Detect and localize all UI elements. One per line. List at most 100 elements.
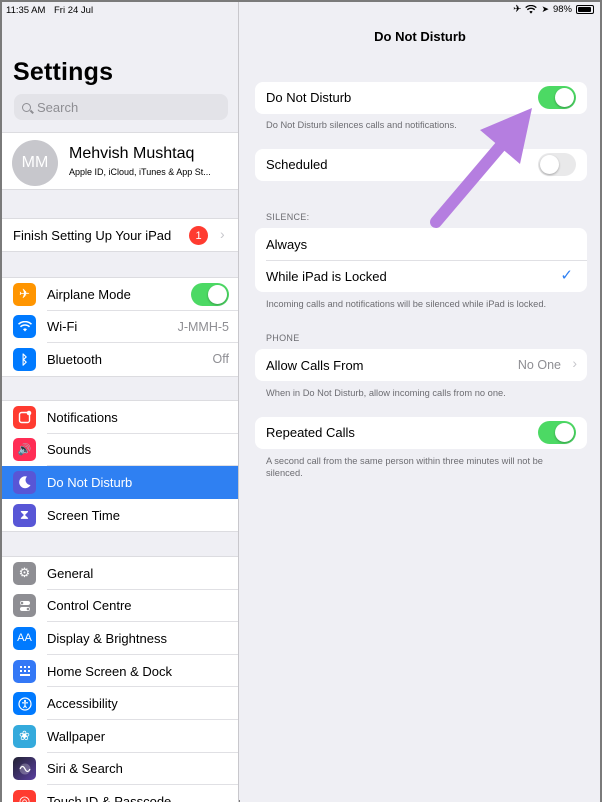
sidebar-item-label: Wi-Fi	[47, 319, 78, 335]
avatar: MM	[12, 140, 58, 186]
text-size-icon: AA	[13, 626, 36, 650]
profile-subtitle: Apple ID, iCloud, iTunes & App St...	[69, 167, 211, 177]
speaker-icon: 🔊	[13, 438, 36, 462]
silence-footnote: Incoming calls and notifications will be…	[266, 299, 547, 309]
connectivity-group: ✈ Airplane Mode Wi-Fi J-MMH-5 ᛒ Bluetoot…	[2, 277, 238, 377]
page-title: Do Not Disturb	[374, 29, 466, 44]
profile-name: Mehvish Mushtaq	[69, 145, 195, 162]
siri-icon	[13, 757, 36, 781]
hourglass-icon: ⧗	[13, 503, 36, 527]
sidebar-item-siri-search[interactable]: Siri & Search	[2, 753, 238, 786]
sidebar-item-label: Sounds	[47, 442, 92, 458]
status-indicators: ✈ ➤ 98%	[513, 4, 594, 15]
home-grid-icon	[13, 659, 36, 683]
sidebar-item-wallpaper[interactable]: ❀ Wallpaper	[2, 720, 238, 753]
accessibility-icon	[13, 692, 36, 716]
chevron-right-icon: ›	[220, 226, 225, 242]
notifications-group: Notifications 🔊 Sounds Do Not Disturb ⧗ …	[2, 400, 238, 533]
battery-icon	[576, 5, 594, 14]
sidebar-item-display-brightness[interactable]: AA Display & Brightness	[2, 622, 238, 655]
moon-icon	[13, 470, 36, 494]
sidebar-item-notifications[interactable]: Notifications	[2, 401, 238, 434]
sidebar-item-do-not-disturb[interactable]: Do Not Disturb	[2, 466, 238, 499]
repeated-calls-row: Repeated Calls	[255, 417, 587, 449]
bluetooth-value: Off	[212, 352, 229, 367]
silence-always-option[interactable]: Always	[255, 228, 587, 260]
notification-badge: 1	[189, 226, 208, 245]
allow-calls-label: Allow Calls From	[266, 358, 364, 373]
sidebar-item-label: Bluetooth	[47, 351, 102, 367]
sidebar-item-label: Display & Brightness	[47, 630, 167, 646]
apple-id-profile[interactable]: MM Mehvish Mushtaq Apple ID, iCloud, iTu…	[2, 132, 238, 190]
sidebar-item-label: Siri & Search	[47, 761, 123, 777]
sidebar-item-sounds[interactable]: 🔊 Sounds	[2, 434, 238, 467]
switches-icon	[13, 594, 36, 618]
sidebar-item-label: General	[47, 565, 94, 581]
allow-calls-row[interactable]: Allow Calls From No One ›	[255, 349, 587, 381]
sidebar-item-accessibility[interactable]: Accessibility	[2, 687, 238, 720]
sidebar-item-wifi[interactable]: Wi-Fi J-MMH-5	[2, 311, 238, 344]
sidebar-item-label: Wallpaper	[47, 728, 106, 744]
finish-setup-label: Finish Setting Up Your iPad	[13, 228, 172, 243]
checkmark-icon: ✓	[560, 267, 573, 284]
status-bar: 11:35 AM Fri 24 Jul	[2, 2, 238, 20]
battery-percent: 98%	[552, 4, 572, 15]
silence-locked-label: While iPad is Locked	[266, 269, 387, 284]
sidebar-item-label: Do Not Disturb	[47, 474, 133, 490]
search-input[interactable]: Search	[14, 94, 228, 120]
scheduled-label: Scheduled	[266, 157, 328, 172]
silence-always-label: Always	[266, 237, 308, 252]
wifi-status-icon	[525, 5, 538, 14]
general-group: ⚙ General Control Centre AA Display & Br…	[2, 556, 238, 802]
settings-sidebar: 11:35 AM Fri 24 Jul Settings Search MM M…	[2, 2, 239, 802]
sidebar-item-airplane-mode[interactable]: ✈ Airplane Mode	[2, 278, 238, 311]
dnd-label: Do Not Disturb	[266, 90, 352, 105]
sidebar-item-label: Home Screen & Dock	[47, 663, 172, 679]
location-icon: ➤	[541, 4, 549, 14]
bluetooth-icon: ᛒ	[13, 347, 36, 371]
silence-locked-option[interactable]: While iPad is Locked ✓	[255, 261, 587, 292]
sidebar-item-touch-id-passcode[interactable]: ◎ Touch ID & Passcode	[2, 785, 238, 802]
sidebar-item-label: Screen Time	[47, 507, 120, 523]
silence-options: Always While iPad is Locked ✓	[255, 228, 587, 292]
phone-section-header: PHONE	[266, 333, 300, 343]
flower-icon: ❀	[13, 724, 36, 748]
airplane-icon: ✈	[13, 282, 36, 306]
finish-setup-item[interactable]: Finish Setting Up Your iPad 1 ›	[2, 218, 238, 252]
search-icon	[22, 102, 31, 112]
sidebar-title: Settings	[13, 58, 114, 86]
sidebar-item-label: Airplane Mode	[47, 286, 131, 302]
sidebar-item-screen-time[interactable]: ⧗ Screen Time	[2, 499, 238, 532]
dnd-toggle-row: Do Not Disturb	[255, 82, 587, 114]
sidebar-item-bluetooth[interactable]: ᛒ Bluetooth Off	[2, 343, 238, 376]
sidebar-item-general[interactable]: ⚙ General	[2, 557, 238, 590]
repeated-calls-footnote: A second call from the same person withi…	[266, 456, 543, 478]
do-not-disturb-panel: ✈ ➤ 98% Do Not Disturb Do Not Disturb Do…	[240, 2, 600, 802]
sidebar-item-control-centre[interactable]: Control Centre	[2, 590, 238, 623]
scheduled-toggle[interactable]	[538, 153, 576, 176]
gear-icon: ⚙	[13, 561, 36, 585]
status-date: Fri 24 Jul	[54, 5, 94, 16]
airplane-status-icon: ✈	[513, 4, 522, 15]
fingerprint-icon: ◎	[13, 789, 36, 802]
sidebar-item-label: Notifications	[47, 409, 118, 425]
wifi-icon	[13, 315, 36, 339]
search-placeholder: Search	[37, 99, 79, 115]
do-not-disturb-toggle[interactable]	[538, 86, 576, 109]
sidebar-item-label: Control Centre	[47, 598, 132, 614]
scheduled-row: Scheduled	[255, 149, 587, 181]
repeated-calls-label: Repeated Calls	[266, 425, 355, 440]
silence-section-header: SILENCE:	[266, 212, 310, 222]
airplane-mode-toggle[interactable]	[191, 283, 229, 306]
notifications-icon	[13, 405, 36, 429]
wifi-network-value: J-MMH-5	[177, 319, 229, 334]
repeated-calls-toggle[interactable]	[538, 421, 576, 444]
chevron-right-icon: ›	[572, 355, 577, 371]
status-bar-right: ✈ ➤ 98%	[240, 2, 600, 20]
allow-calls-value: No One	[517, 358, 561, 372]
sidebar-item-label: Touch ID & Passcode	[47, 793, 172, 802]
allow-calls-footnote: When in Do Not Disturb, allow incoming c…	[266, 388, 506, 398]
sidebar-item-label: Accessibility	[47, 696, 118, 712]
dnd-footnote: Do Not Disturb silences calls and notifi…	[266, 120, 457, 130]
sidebar-item-home-screen-dock[interactable]: Home Screen & Dock	[2, 655, 238, 688]
